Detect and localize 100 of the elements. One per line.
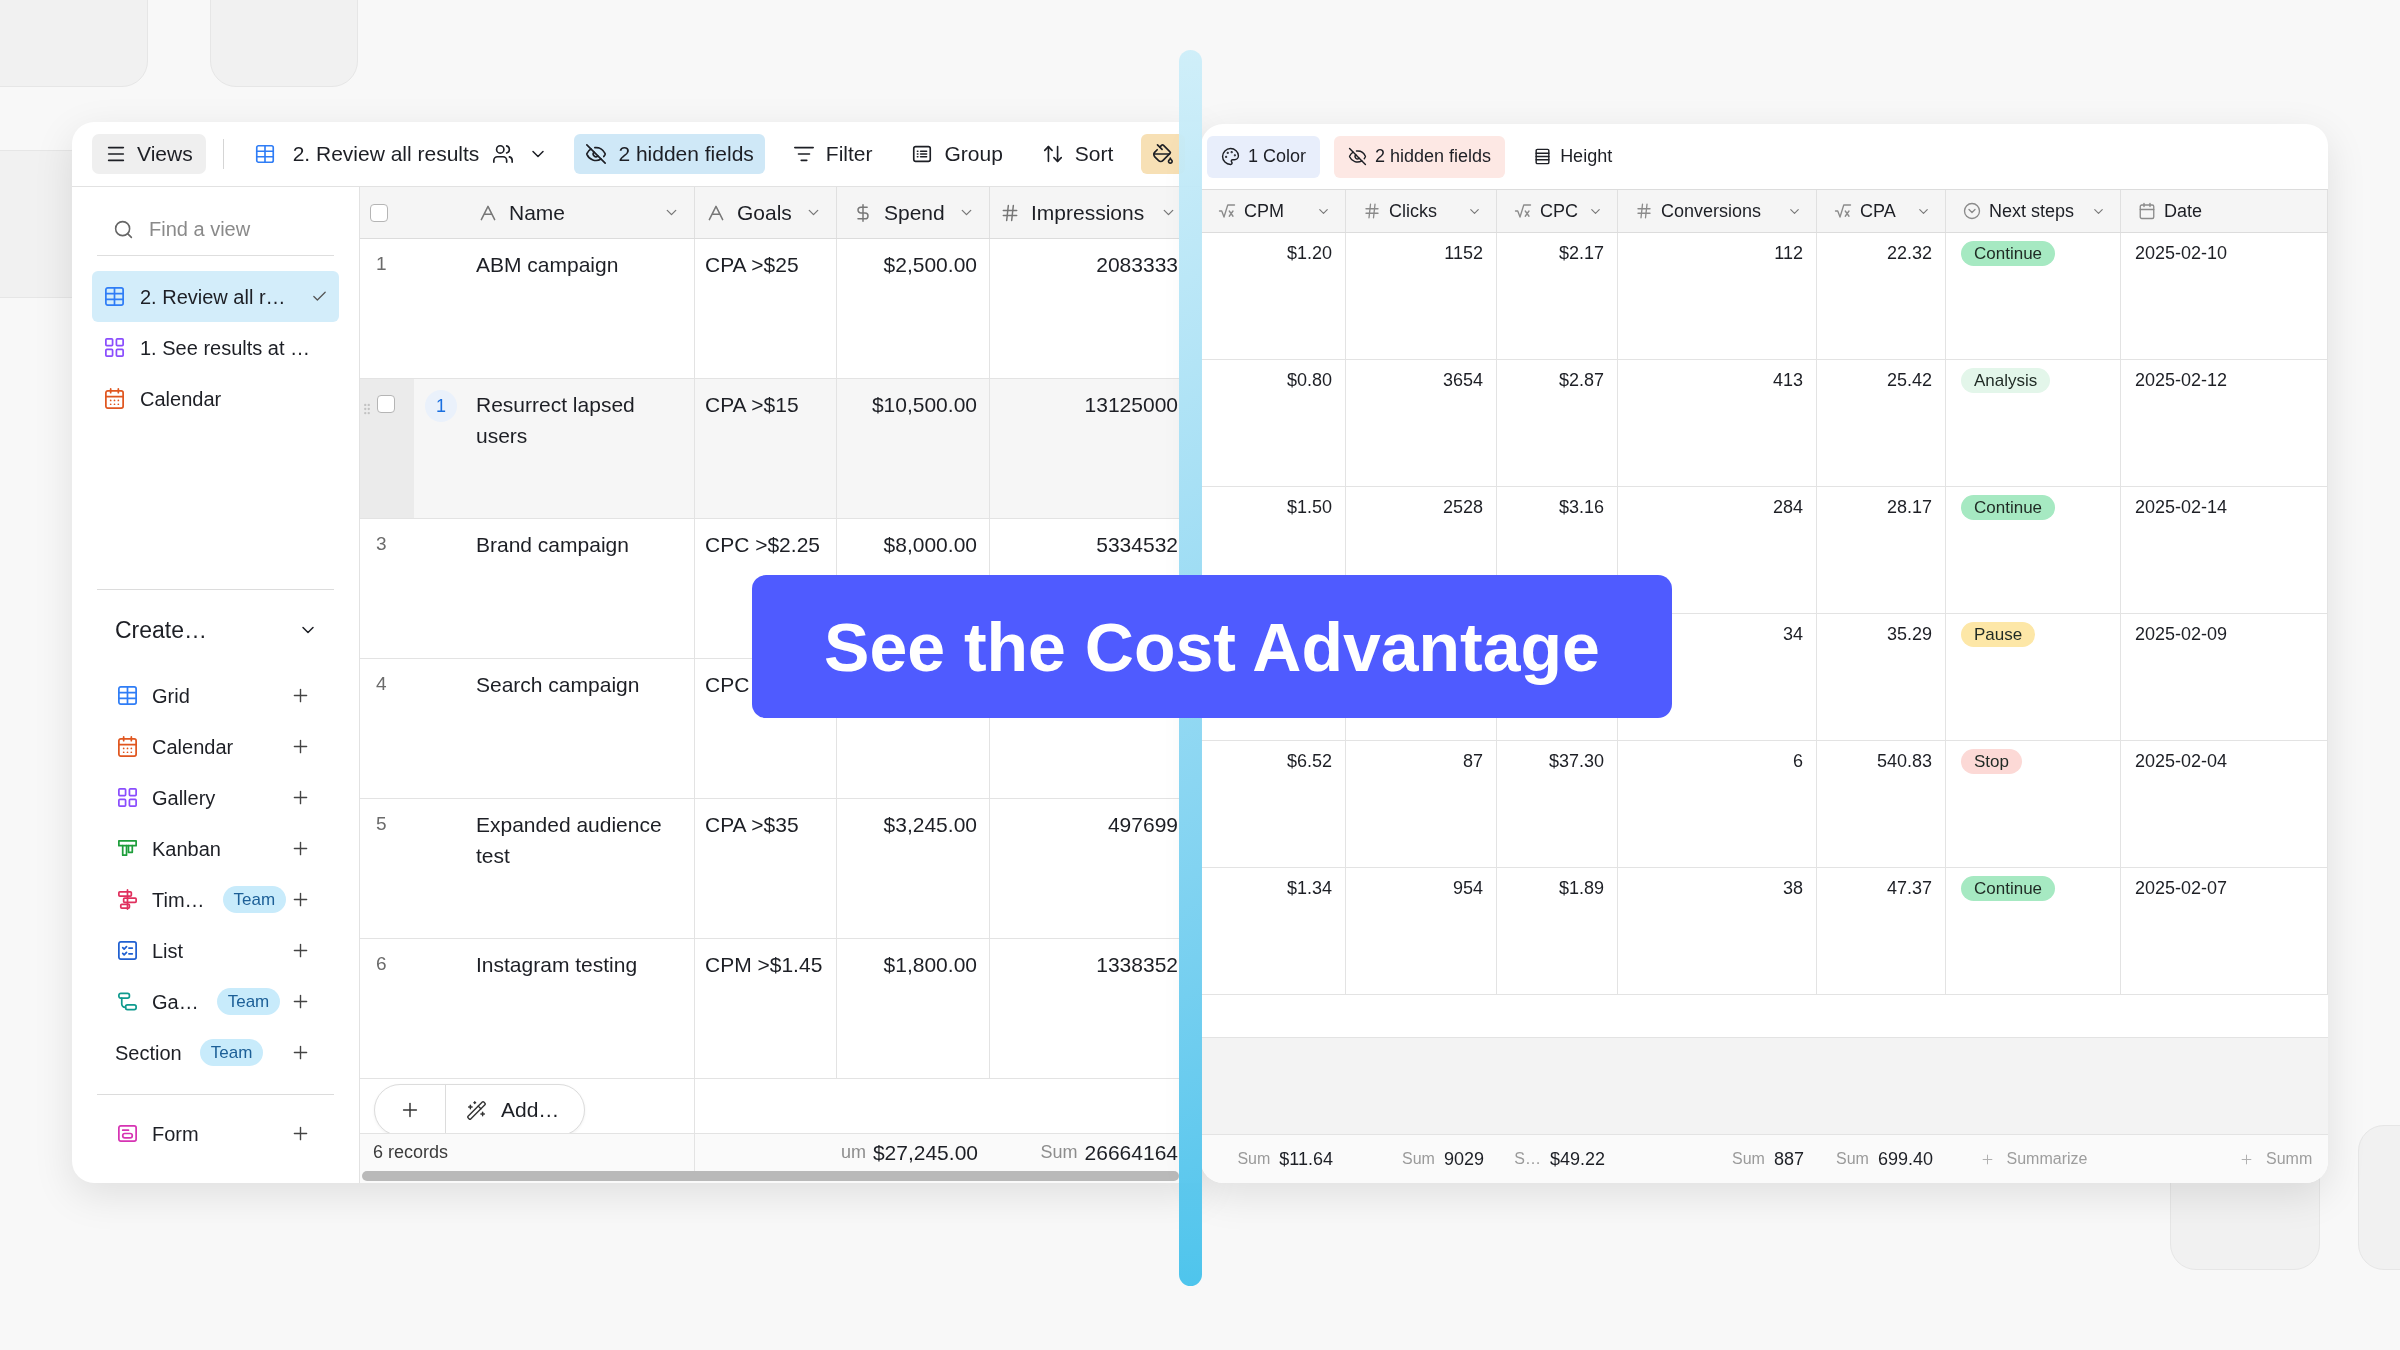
column-header[interactable]: Spend — [837, 187, 989, 238]
table-cell-text: Search campaign — [476, 672, 641, 698]
table-cell-text: CPA >$25 — [705, 252, 799, 278]
summary-value: $49.22 — [1549, 1147, 1605, 1171]
table-cell: 413 — [1772, 370, 1803, 390]
table-cell-text: 2083333 — [1096, 252, 1178, 278]
summary-value: 26664164 — [1084, 1139, 1178, 1166]
create-view-option[interactable]: Form — [116, 1118, 199, 1149]
table-cell-text: 497699 — [1107, 812, 1178, 838]
table-cell-text: Resurrect lapsed users — [476, 392, 636, 449]
status-tag: Continue — [1961, 495, 2056, 520]
magic-wand-icon — [466, 1099, 487, 1121]
table-cell: 28.17 — [1886, 497, 1932, 517]
row-height-button[interactable]: Height — [1519, 135, 1627, 178]
plus-icon — [1979, 1151, 1995, 1167]
create-menu-toggle[interactable]: Create… — [92, 600, 339, 660]
table-cell-text: CPA >$35 — [705, 812, 799, 838]
table-cell: 112 — [1774, 243, 1803, 263]
filter-button[interactable]: Filter — [781, 134, 884, 174]
table-cell: 1152 — [1444, 243, 1483, 263]
summary-value: 9029 — [1443, 1147, 1484, 1171]
create-view-option[interactable]: Gallery — [116, 782, 216, 813]
table-cell: 6 — [1793, 751, 1803, 771]
create-view-option[interactable]: Grid — [116, 680, 190, 711]
column-header[interactable]: CPC — [1497, 190, 1618, 232]
search-field[interactable]: Find a view — [149, 212, 319, 246]
create-view-option[interactable]: Kanban — [116, 833, 221, 864]
table-cell: 25.42 — [1886, 370, 1932, 390]
table-cell: $1.50 — [1286, 497, 1332, 517]
create-view-option[interactable]: List — [116, 935, 184, 966]
table-cell: 540.83 — [1876, 751, 1932, 771]
table-cell: 2025-02-14 — [2135, 497, 2228, 517]
table-cell: 954 — [1452, 878, 1483, 898]
table-cell: $1.89 — [1558, 878, 1604, 898]
create-view-option[interactable]: Tim… — [116, 884, 205, 915]
status-tag: Continue — [1961, 876, 2056, 901]
create-view-option[interactable]: Ga… — [116, 986, 199, 1017]
views-button[interactable]: Views — [92, 134, 206, 174]
column-header[interactable]: Conversions — [1618, 190, 1817, 232]
table-cell: 35.29 — [1886, 624, 1932, 644]
table-cell-text: CPC >$2.25 — [705, 532, 820, 558]
table-cell-text: ABM campaign — [476, 252, 620, 278]
summary-value: $27,245.00 — [872, 1139, 978, 1166]
column-header[interactable]: Clicks — [1346, 190, 1497, 232]
column-header[interactable]: CPA — [1817, 190, 1946, 232]
table-cell-text: Brand campaign — [476, 532, 630, 558]
eye-off-icon — [1348, 147, 1368, 166]
group-button[interactable]: Group — [900, 134, 1014, 174]
table-cell-text: $2,500.00 — [883, 252, 977, 278]
table-cell: $0.80 — [1286, 370, 1332, 390]
table-cell: 2025-02-04 — [2135, 751, 2228, 771]
table-row[interactable]: 1 Resurrect lapsed users CPA >$15 $10,500.00 13125000 — [360, 379, 1179, 519]
row-number: 5 — [376, 813, 387, 834]
table-cell-text: Instagram testing — [476, 952, 639, 978]
table-cell: 87 — [1462, 751, 1483, 771]
table-cell: 2025-02-12 — [2135, 370, 2228, 390]
formula-icon — [1218, 202, 1236, 220]
table-cell-text: 13125000 — [1084, 392, 1178, 418]
create-view-option[interactable]: Section — [115, 1037, 182, 1068]
comment-count[interactable]: 1 — [425, 390, 457, 422]
table-cell: $1.34 — [1286, 878, 1332, 898]
table-cell: $1.20 — [1286, 243, 1332, 263]
column-header[interactable]: Next steps — [1946, 190, 2121, 232]
hash-icon — [1635, 202, 1653, 220]
column-header[interactable]: Date — [2121, 190, 2328, 232]
sidebar-view-item[interactable]: 2. Review all r… — [92, 271, 339, 322]
users-icon — [492, 143, 515, 165]
column-header[interactable]: Impressions — [990, 187, 1179, 238]
formula-icon — [1514, 202, 1532, 220]
add-options-button[interactable]: Add… — [446, 1085, 584, 1135]
sort-button[interactable]: Sort — [1030, 134, 1125, 174]
row-number: 6 — [376, 953, 387, 974]
paint-bucket-icon — [1152, 143, 1175, 165]
hide-fields-button[interactable]: 2 hidden fields — [574, 134, 765, 174]
sidebar-view-item[interactable]: 1. See results at … — [92, 322, 339, 373]
calendar-icon — [116, 735, 139, 758]
table-cell: 3654 — [1442, 370, 1483, 390]
column-header[interactable]: Name — [476, 187, 694, 238]
palette-icon — [1221, 147, 1240, 166]
summary-label: Sum — [1732, 1149, 1765, 1169]
table-cell: 38 — [1782, 878, 1803, 898]
summary-value: 699.40 — [1877, 1147, 1933, 1171]
hash-icon — [1000, 202, 1020, 223]
checkbox[interactable] — [377, 395, 395, 413]
team-plan-tag: Team — [199, 1039, 264, 1066]
grid-icon — [103, 285, 126, 308]
column-header[interactable]: Goals — [695, 187, 836, 238]
create-view-option[interactable]: Calendar — [116, 731, 234, 762]
table-cell: $2.17 — [1558, 243, 1604, 263]
color-button[interactable]: 1 Color — [1207, 135, 1321, 178]
table-cell: $3.16 — [1558, 497, 1604, 517]
horizontal-scrollbar[interactable] — [362, 1171, 1179, 1181]
table-cell-text: $3,245.00 — [883, 812, 977, 838]
table-cell: 47.37 — [1886, 878, 1932, 898]
checkbox[interactable] — [370, 203, 388, 222]
row-number: 1 — [376, 253, 387, 274]
sidebar-view-item[interactable]: Calendar — [92, 373, 339, 424]
formula-icon — [1834, 202, 1852, 220]
hide-fields-button[interactable]: 2 hidden fields — [1334, 135, 1506, 178]
view-switcher[interactable]: 2. Review all results — [253, 138, 549, 170]
